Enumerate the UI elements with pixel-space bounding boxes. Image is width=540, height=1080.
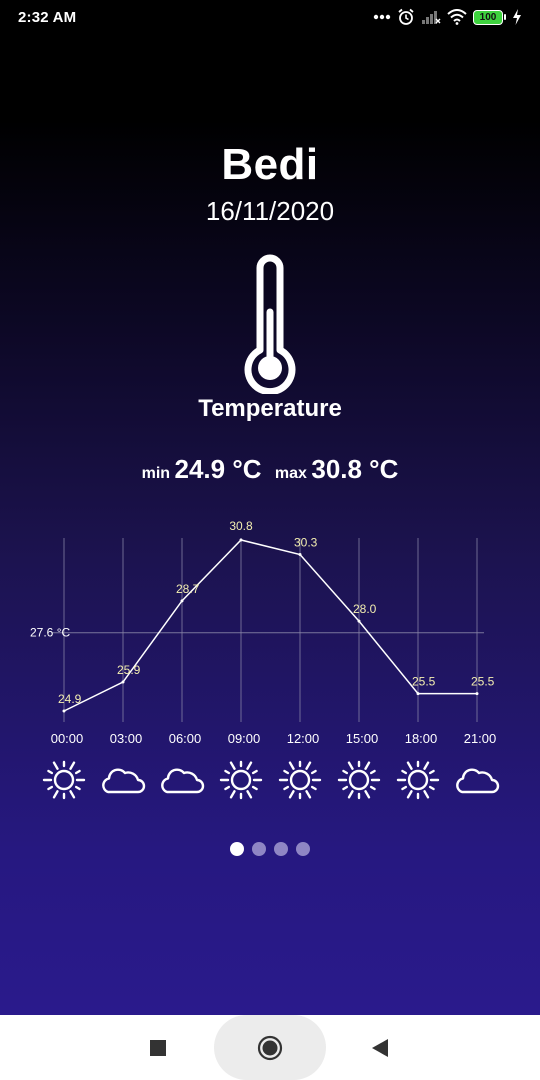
x-tick-label: 18:00 [405, 731, 438, 746]
x-tick-label: 12:00 [287, 731, 320, 746]
sun-icon [42, 760, 86, 800]
data-label: 30.3 [294, 535, 318, 549]
x-tick-label: 21:00 [464, 731, 497, 746]
data-point [298, 552, 302, 556]
data-point [239, 538, 243, 542]
data-label: 25.5 [412, 675, 436, 689]
min-label: min [141, 465, 171, 482]
data-label: 25.9 [117, 663, 141, 677]
data-label: 28.7 [176, 582, 200, 596]
more-dots-icon [373, 14, 391, 20]
forecast-icons-row [0, 760, 540, 804]
recents-button[interactable] [149, 1039, 167, 1057]
sun-icon [337, 760, 381, 800]
max-label: max [274, 465, 307, 482]
status-time: 2:32 AM [18, 8, 77, 26]
navigation-bar [0, 1015, 540, 1080]
x-tick-label: 06:00 [169, 731, 202, 746]
status-bar: 2:32 AM 100 [0, 0, 540, 34]
sun-icon [219, 760, 263, 800]
x-tick-label: 09:00 [228, 731, 261, 746]
cloud-icon [102, 768, 146, 794]
min-value: 24.9 °C [174, 454, 262, 484]
page-indicator [0, 842, 540, 856]
home-button[interactable] [257, 1035, 283, 1061]
data-point [416, 692, 420, 696]
min-max-summary: min 24.9 °C max 30.8 °C [0, 454, 540, 485]
data-label: 25.5 [471, 675, 495, 689]
alarm-icon [398, 8, 414, 25]
x-tick-label: 03:00 [110, 731, 143, 746]
page-dot[interactable] [296, 842, 310, 856]
forecast-date: 16/11/2020 [205, 196, 335, 226]
battery-icon: 100 [473, 9, 506, 25]
temperature-chart: 27.6 °C 24.9 25.9 28.7 30.8 30.3 28.0 25.5 25.5 0… [30, 519, 497, 746]
cloud-icon [456, 768, 500, 794]
thermometer-icon [244, 254, 296, 394]
data-point [357, 619, 361, 623]
data-label: 30.8 [229, 519, 253, 533]
app-screen: 2:32 AM 100 Bedi 16/11/2020 Temperature … [0, 0, 540, 1015]
page-dot[interactable] [274, 842, 288, 856]
x-tick-label: 00:00 [51, 731, 84, 746]
x-tick-label: 15:00 [346, 731, 379, 746]
charging-icon [513, 9, 521, 25]
sun-icon [278, 760, 322, 800]
city-name: Bedi [221, 140, 319, 189]
wifi-icon [447, 9, 467, 25]
status-icons: 100 [373, 8, 522, 26]
max-value: 30.8 °C [311, 454, 399, 484]
signal-icon [422, 11, 441, 24]
sun-icon [396, 760, 440, 800]
cloud-icon [161, 768, 205, 794]
data-point [180, 599, 184, 603]
page-dot[interactable] [252, 842, 266, 856]
battery-level: 100 [473, 9, 503, 25]
page-dot[interactable] [230, 842, 244, 856]
data-point [121, 680, 125, 684]
data-label: 28.0 [353, 602, 377, 616]
metric-label: Temperature [198, 395, 342, 422]
data-point [62, 709, 66, 713]
data-label: 24.9 [58, 692, 82, 706]
data-point [475, 692, 479, 696]
back-button[interactable] [371, 1038, 389, 1058]
average-line-label: 27.6 °C [30, 626, 70, 640]
